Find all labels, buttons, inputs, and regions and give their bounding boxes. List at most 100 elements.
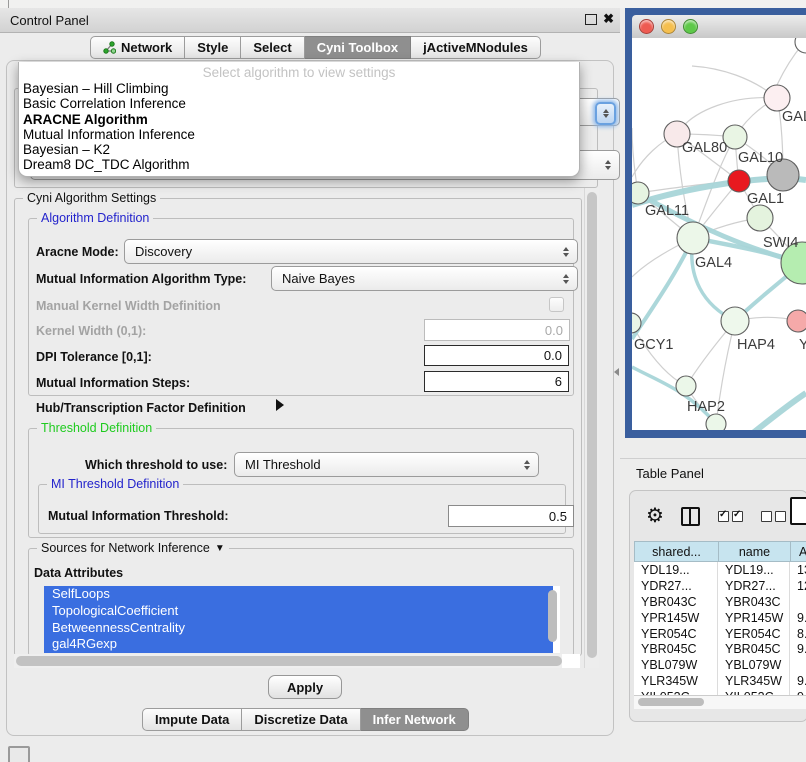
table-cell[interactable]: YDR27... — [718, 578, 790, 594]
tab-select[interactable]: Select — [241, 36, 304, 59]
network-canvas[interactable]: GALGAL80GAL10GAL1GAL11SWI4GAL4GCY1HAP4YH… — [632, 38, 806, 430]
network-node[interactable] — [795, 38, 806, 53]
network-node[interactable] — [728, 170, 750, 192]
sources-title-text: Sources for Network Inference — [41, 541, 210, 555]
select-all-checkboxes-icon[interactable] — [718, 511, 743, 522]
deselect-all-checkboxes-icon[interactable] — [761, 511, 786, 522]
table-row[interactable]: YBL079WYBL079W — [634, 657, 806, 673]
tab-jactivemnodules[interactable]: jActiveMNodules — [411, 36, 541, 59]
tab-style[interactable]: Style — [185, 36, 241, 59]
attribute-list-item[interactable]: gal4RGexp — [44, 636, 553, 653]
apply-button[interactable]: Apply — [268, 675, 342, 699]
table-cell[interactable]: YER054C — [718, 626, 790, 642]
algorithm-option[interactable]: Dream8 DC_TDC Algorithm — [19, 157, 579, 172]
network-node[interactable] — [721, 307, 749, 335]
settings-horizontal-scrollbar[interactable] — [14, 654, 580, 668]
data-attributes-list[interactable]: SelfLoopsTopologicalCoefficientBetweenne… — [44, 586, 560, 653]
mi-steps-input[interactable]: 6 — [424, 371, 569, 392]
file-icon[interactable] — [790, 497, 806, 525]
attribute-list-item[interactable]: BetweennessCentrality — [44, 620, 553, 637]
aracne-mode-combo[interactable]: Discovery — [124, 239, 578, 264]
table-cell[interactable]: YLR345W — [634, 673, 718, 689]
table-cell[interactable]: YBL079W — [718, 657, 790, 673]
network-edge-highlighted — [753, 393, 806, 430]
hub-section-label[interactable]: Hub/Transcription Factor Definition — [36, 401, 246, 415]
mi-threshold-input[interactable]: 0.5 — [448, 505, 574, 527]
table-column-header[interactable]: shared... — [634, 541, 718, 562]
table-cell[interactable]: YLR345W — [718, 673, 790, 689]
table-cell[interactable]: YDL19... — [634, 562, 718, 578]
tab-cyni-toolbox[interactable]: Cyni Toolbox — [305, 36, 411, 59]
network-node[interactable] — [787, 310, 806, 332]
table-row[interactable]: YDL19...YDL19...13 — [634, 562, 806, 578]
table-cell[interactable]: YBR045C — [634, 641, 718, 657]
table-row[interactable]: YPR145WYPR145W9. — [634, 610, 806, 626]
close-traffic-light-icon[interactable] — [639, 19, 654, 34]
close-icon[interactable]: ✖ — [603, 12, 614, 26]
algorithm-option[interactable]: Mutual Information Inference — [19, 127, 579, 142]
which-threshold-combo[interactable]: MI Threshold — [234, 452, 539, 477]
table-cell[interactable]: YBL079W — [634, 657, 718, 673]
table-cell[interactable]: 13 — [790, 562, 806, 578]
network-node-label: GAL1 — [747, 191, 784, 207]
table-cell[interactable] — [790, 594, 806, 610]
network-node[interactable] — [676, 376, 696, 396]
dpi-tolerance-input[interactable]: 0.0 — [424, 345, 569, 366]
table-row[interactable]: YBR043CYBR043C — [634, 594, 806, 610]
table-cell[interactable]: YBR043C — [718, 594, 790, 610]
network-node[interactable] — [677, 222, 709, 254]
network-node[interactable] — [764, 85, 790, 111]
network-node[interactable] — [747, 205, 773, 231]
attribute-list-item[interactable]: TopologicalCoefficient — [44, 603, 553, 620]
network-node-label: SWI4 — [763, 235, 798, 251]
attributes-list-vscroll-thumb[interactable] — [548, 590, 557, 642]
settings-hscroll-thumb[interactable] — [16, 656, 562, 666]
table-cell[interactable]: 9. — [790, 673, 806, 689]
tab-impute-data[interactable]: Impute Data — [142, 708, 242, 731]
tab-infer-network[interactable]: Infer Network — [361, 708, 469, 731]
mi-algorithm-type-combo[interactable]: Naive Bayes — [271, 266, 578, 291]
table-column-header[interactable]: A — [790, 541, 806, 562]
attribute-list-item[interactable]: SelfLoops — [44, 586, 553, 603]
table-cell[interactable]: YDR27... — [634, 578, 718, 594]
network-node[interactable] — [706, 414, 726, 430]
algorithm-option[interactable]: ARACNE Algorithm — [19, 112, 579, 127]
table-row[interactable]: YBR045CYBR045C9. — [634, 641, 806, 657]
algorithm-option[interactable]: Bayesian – Hill Climbing — [19, 81, 579, 96]
zoom-traffic-light-icon[interactable] — [683, 19, 698, 34]
settings-vertical-scrollbar[interactable] — [584, 188, 599, 668]
float-window-icon[interactable] — [585, 14, 597, 25]
table-cell[interactable]: YBR045C — [718, 641, 790, 657]
network-window-titlebar[interactable] — [632, 15, 806, 39]
hub-expand-arrow-icon[interactable] — [276, 399, 284, 411]
table-cell[interactable]: YER054C — [634, 626, 718, 642]
tab-discretize-data[interactable]: Discretize Data — [242, 708, 360, 731]
columns-icon[interactable] — [681, 507, 700, 526]
table-cell[interactable]: YBR043C — [634, 594, 718, 610]
table-cell[interactable]: 9. — [790, 610, 806, 626]
sources-collapse-arrow-icon[interactable]: ▼ — [215, 543, 225, 554]
table-cell[interactable]: YPR145W — [718, 610, 790, 626]
table-cell[interactable]: YDL19... — [718, 562, 790, 578]
table-horizontal-scrollbar[interactable] — [634, 695, 806, 709]
table-cell[interactable]: 12 — [790, 578, 806, 594]
algorithm-option[interactable]: Bayesian – K2 — [19, 142, 579, 157]
network-node[interactable] — [632, 182, 649, 204]
settings-vscroll-thumb[interactable] — [587, 192, 597, 658]
collapsed-panel-icon[interactable] — [8, 746, 30, 762]
gear-icon[interactable]: ⚙ — [646, 506, 664, 526]
table-cell[interactable] — [790, 657, 806, 673]
algorithm-option[interactable]: Basic Correlation Inference — [19, 96, 579, 111]
table-row[interactable]: YDR27...YDR27...12 — [634, 578, 806, 594]
table-hscroll-thumb[interactable] — [638, 698, 704, 706]
algorithm-combo-stepper[interactable] — [595, 102, 616, 125]
table-row[interactable]: YLR345WYLR345W9. — [634, 673, 806, 689]
table-cell[interactable]: 9. — [790, 641, 806, 657]
splitter-collapse-arrow[interactable] — [614, 368, 619, 376]
minimize-traffic-light-icon[interactable] — [661, 19, 676, 34]
table-row[interactable]: YER054CYER054C8. — [634, 626, 806, 642]
table-cell[interactable]: 8. — [790, 626, 806, 642]
table-column-header[interactable]: name — [718, 541, 790, 562]
table-cell[interactable]: YPR145W — [634, 610, 718, 626]
tab-network[interactable]: Network — [90, 36, 185, 59]
